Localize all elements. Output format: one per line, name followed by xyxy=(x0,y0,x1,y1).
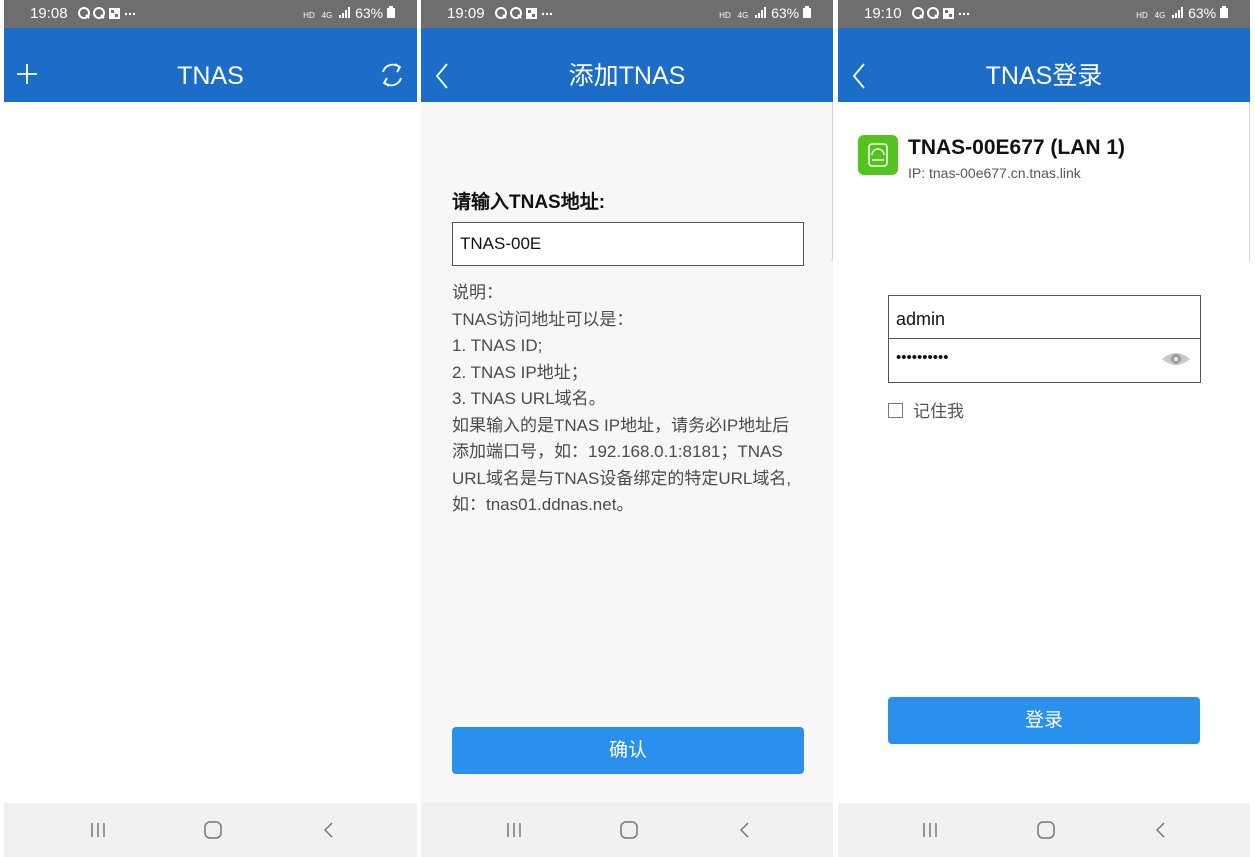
screen-add-tnas: 19:09 HD 4G 63% 添加TNAS 请输入TNAS地址: TNAS-0… xyxy=(421,0,833,857)
signal-icon xyxy=(1172,7,1184,18)
home-icon[interactable] xyxy=(198,815,228,845)
battery-percent: 63% xyxy=(355,5,384,21)
battery-percent: 63% xyxy=(1188,5,1217,21)
notification-icons xyxy=(495,5,555,24)
recent-apps-icon[interactable] xyxy=(915,815,945,845)
status-time: 19:10 xyxy=(864,5,902,22)
status-right: HD 4G 63% xyxy=(1136,5,1228,21)
desc-line: 说明： xyxy=(452,283,503,302)
edge-shadow xyxy=(829,102,833,262)
status-bar: 19:09 HD 4G 63% xyxy=(421,0,833,28)
signal-icon xyxy=(339,7,351,18)
nav-back-icon[interactable] xyxy=(1146,815,1176,845)
app-header: TNAS xyxy=(4,28,417,102)
status-right: HD 4G 63% xyxy=(303,5,395,21)
refresh-icon[interactable] xyxy=(377,60,407,90)
desc-line: TNAS访问地址可以是： xyxy=(452,309,634,329)
network-indicator: 4G xyxy=(1154,11,1166,20)
hd-indicator: HD xyxy=(303,11,315,20)
page-title: TNAS xyxy=(177,62,244,90)
screen-tnas-login: 19:10 HD 4G 63% TNAS登录 TNAS-00E677 (LAN … xyxy=(838,0,1250,857)
desc-line: 3. TNAS URL域名。 xyxy=(452,389,606,408)
add-icon[interactable] xyxy=(12,58,42,92)
checkbox-box[interactable] xyxy=(888,403,903,418)
status-right: HD 4G 63% xyxy=(719,5,811,21)
status-bar: 19:10 HD 4G 63% xyxy=(838,0,1250,28)
desc-line: URL域名是与TNAS设备绑定的特定URL域名, xyxy=(452,468,792,488)
network-indicator: 4G xyxy=(737,11,749,20)
login-form: admin •••••••••• xyxy=(888,295,1201,383)
password-input[interactable]: •••••••••• xyxy=(896,349,949,366)
status-time: 19:08 xyxy=(30,5,68,22)
eye-icon[interactable] xyxy=(1160,349,1192,369)
field-divider xyxy=(889,338,1200,339)
notification-icons-svg xyxy=(495,7,553,19)
signal-icon xyxy=(755,7,767,18)
battery-icon xyxy=(803,6,811,18)
battery-icon xyxy=(1220,6,1228,18)
nas-device-icon xyxy=(858,135,898,175)
notification-icons-svg xyxy=(912,7,970,19)
confirm-button[interactable]: 确认 xyxy=(452,727,804,774)
battery-icon xyxy=(387,6,395,18)
nas-device-icon-svg xyxy=(868,143,888,167)
login-button[interactable]: 登录 xyxy=(888,697,1200,744)
desc-line: 添加端口号，如：192.168.0.1:8181；TNAS xyxy=(452,442,783,461)
back-icon[interactable] xyxy=(429,58,459,92)
nav-back-icon[interactable] xyxy=(730,815,760,845)
desc-line: 1. TNAS ID; xyxy=(452,336,543,355)
network-indicator: 4G xyxy=(321,11,333,20)
notification-icons xyxy=(78,5,138,24)
remember-me-checkbox[interactable]: 记住我 xyxy=(888,397,964,422)
address-input[interactable]: TNAS-00E xyxy=(452,222,804,266)
desc-line: 如：tnas01.ddnas.net。 xyxy=(452,495,634,514)
system-nav-bar xyxy=(4,803,417,857)
address-input-value: TNAS-00E xyxy=(460,234,542,253)
notification-icons-svg xyxy=(78,7,136,19)
desc-line: 如果输入的是TNAS IP地址，请务必IP地址后 xyxy=(452,415,790,435)
edge-shadow xyxy=(1246,102,1250,262)
device-ip: IP: tnas-00e677.cn.tnas.link xyxy=(908,165,1081,181)
hd-indicator: HD xyxy=(719,11,731,20)
username-input[interactable]: admin xyxy=(896,309,945,330)
page-title: TNAS登录 xyxy=(985,62,1103,90)
recent-apps-icon[interactable] xyxy=(499,815,529,845)
device-name: TNAS-00E677 (LAN 1) xyxy=(908,136,1126,159)
recent-apps-icon[interactable] xyxy=(83,815,113,845)
system-nav-bar xyxy=(421,803,833,857)
status-bar: 19:08 HD 4G 63% xyxy=(4,0,417,28)
nav-back-icon[interactable] xyxy=(314,815,344,845)
desc-line: 2. TNAS IP地址； xyxy=(452,362,588,382)
description-text: 说明： TNAS访问地址可以是： 1. TNAS ID; 2. TNAS IP地… xyxy=(452,280,812,519)
home-icon[interactable] xyxy=(614,815,644,845)
screen-tnas-list: 19:08 HD 4G 63% TNAS xyxy=(4,0,417,857)
app-header: 添加TNAS xyxy=(421,28,833,102)
notification-icons xyxy=(912,5,972,24)
hd-indicator: HD xyxy=(1136,11,1148,20)
back-icon[interactable] xyxy=(846,58,876,92)
battery-percent: 63% xyxy=(771,5,800,21)
remember-me-label: 记住我 xyxy=(913,402,964,421)
page-title: 添加TNAS xyxy=(568,62,686,90)
system-nav-bar xyxy=(838,803,1250,857)
status-time: 19:09 xyxy=(447,5,485,22)
home-icon[interactable] xyxy=(1031,815,1061,845)
app-header: TNAS登录 xyxy=(838,28,1250,102)
address-prompt: 请输入TNAS地址: xyxy=(452,192,606,213)
